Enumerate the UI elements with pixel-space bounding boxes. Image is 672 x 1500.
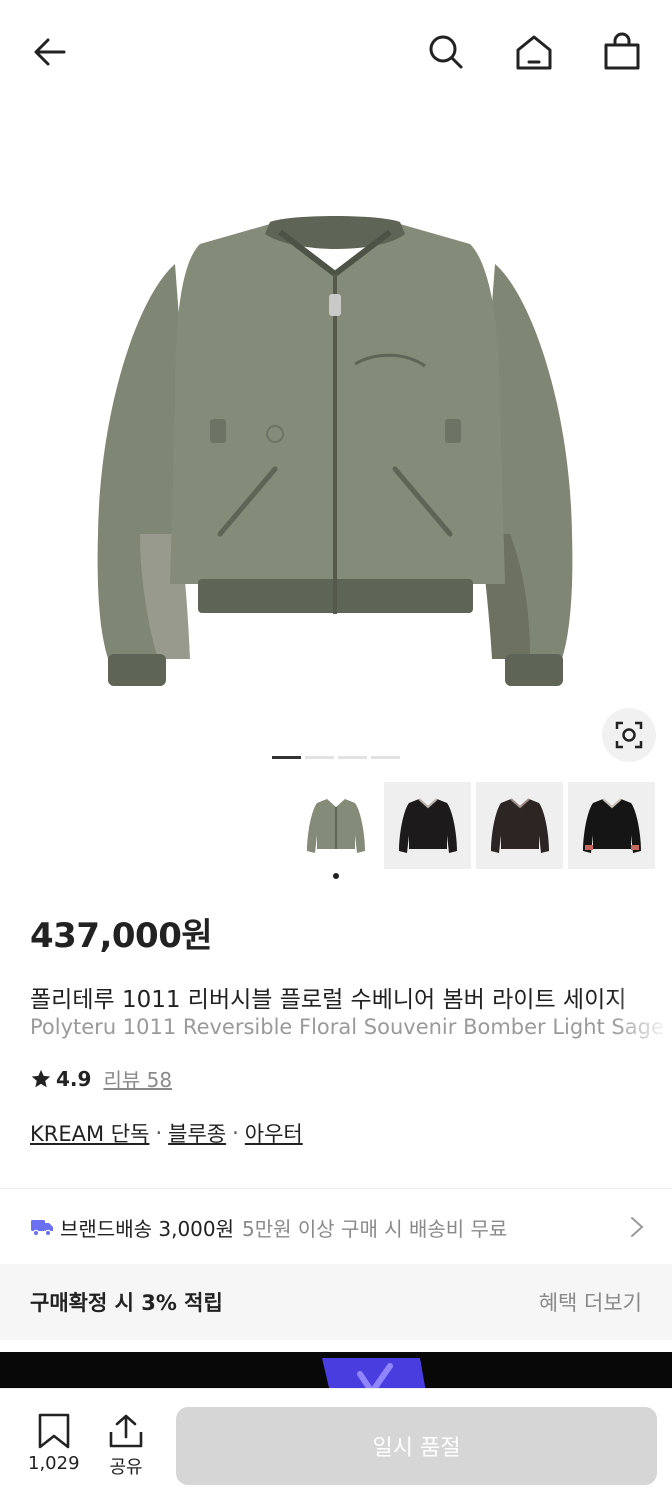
thumbnail-image [398,797,457,853]
tag-outer[interactable]: 아우터 [245,1118,303,1148]
chevron-right-icon [631,1217,644,1237]
home-icon [516,35,552,70]
product-image-carousel[interactable] [0,104,672,784]
thumbnail-olive[interactable] [292,782,379,869]
share-icon [109,1414,143,1448]
pager-dot[interactable] [371,756,400,759]
image-search-button[interactable] [602,708,656,762]
back-button[interactable] [22,24,78,80]
selected-thumbnail-indicator [333,873,339,879]
points-label: 구매확정 시 3% 적립 [30,1291,223,1315]
pager-dot[interactable] [272,756,301,759]
rating-score: 4.9 [56,1066,92,1091]
thumbnail-black[interactable] [384,782,471,869]
home-button[interactable] [506,24,562,80]
carousel-pager [272,756,400,759]
thumbnail-image [582,797,641,853]
banner-image [322,1358,426,1392]
thumbnail-image [306,798,365,853]
star-icon [31,1069,51,1087]
thumbnail-dark-brown[interactable] [476,782,563,869]
image-search-icon [615,721,643,749]
category-tags: KREAM 단독 · 블루종 · 아우터 [30,1118,303,1148]
share-label: 공유 [109,1457,143,1478]
search-icon [429,35,463,69]
color-thumbnail-list [292,782,655,869]
benefits-more-link[interactable]: 혜택 더보기 [539,1287,642,1317]
arrow-left-icon [34,38,66,66]
share-button[interactable]: 공유 [108,1413,144,1479]
top-navigation-bar [0,0,672,104]
pager-dot[interactable] [338,756,367,759]
bottom-action-bar: 1,029 공유 일시 품절 [0,1388,672,1500]
pager-dot[interactable] [305,756,334,759]
shipping-label: 브랜드배송 3,000원 [60,1216,235,1241]
tag-separator: · [155,1121,163,1145]
truck-icon [31,1220,53,1237]
tag-separator: · [232,1121,239,1145]
wishlist-count: 1,029 [28,1453,80,1474]
product-title-korean: 폴리테루 1011 리버시블 플로럴 수베니어 봄버 라이트 세이지 [30,987,627,1013]
promo-banner[interactable] [0,1352,672,1392]
tag-kream-exclusive[interactable]: KREAM 단독 [30,1118,149,1148]
search-button[interactable] [418,24,474,80]
shopping-bag-icon [604,32,640,70]
thumbnail-black-2[interactable] [568,782,655,869]
shipping-info-row[interactable]: 브랜드배송 3,000원 5만원 이상 구매 시 배송비 무료 [0,1192,672,1262]
wishlist-button[interactable]: 1,029 [28,1413,80,1474]
shipping-note: 5만원 이상 구매 시 배송비 무료 [242,1216,508,1241]
bookmark-icon [38,1413,70,1449]
tag-blouson[interactable]: 블루종 [168,1118,226,1148]
section-divider [0,1188,672,1189]
product-image [97,216,573,686]
purchase-points-row: 구매확정 시 3% 적립 혜택 더보기 [0,1264,672,1340]
cart-button[interactable] [594,24,650,80]
thumbnail-image [490,797,549,853]
title-fade-overlay [612,978,672,1048]
rating-row: 4.9 리뷰 58 [30,1064,172,1093]
product-title-english: Polyteru 1011 Reversible Floral Souvenir… [30,1015,664,1039]
product-price: 437,000원 [30,916,213,956]
review-link[interactable]: 리뷰 58 [103,1064,172,1093]
sold-out-button[interactable]: 일시 품절 [176,1407,657,1485]
